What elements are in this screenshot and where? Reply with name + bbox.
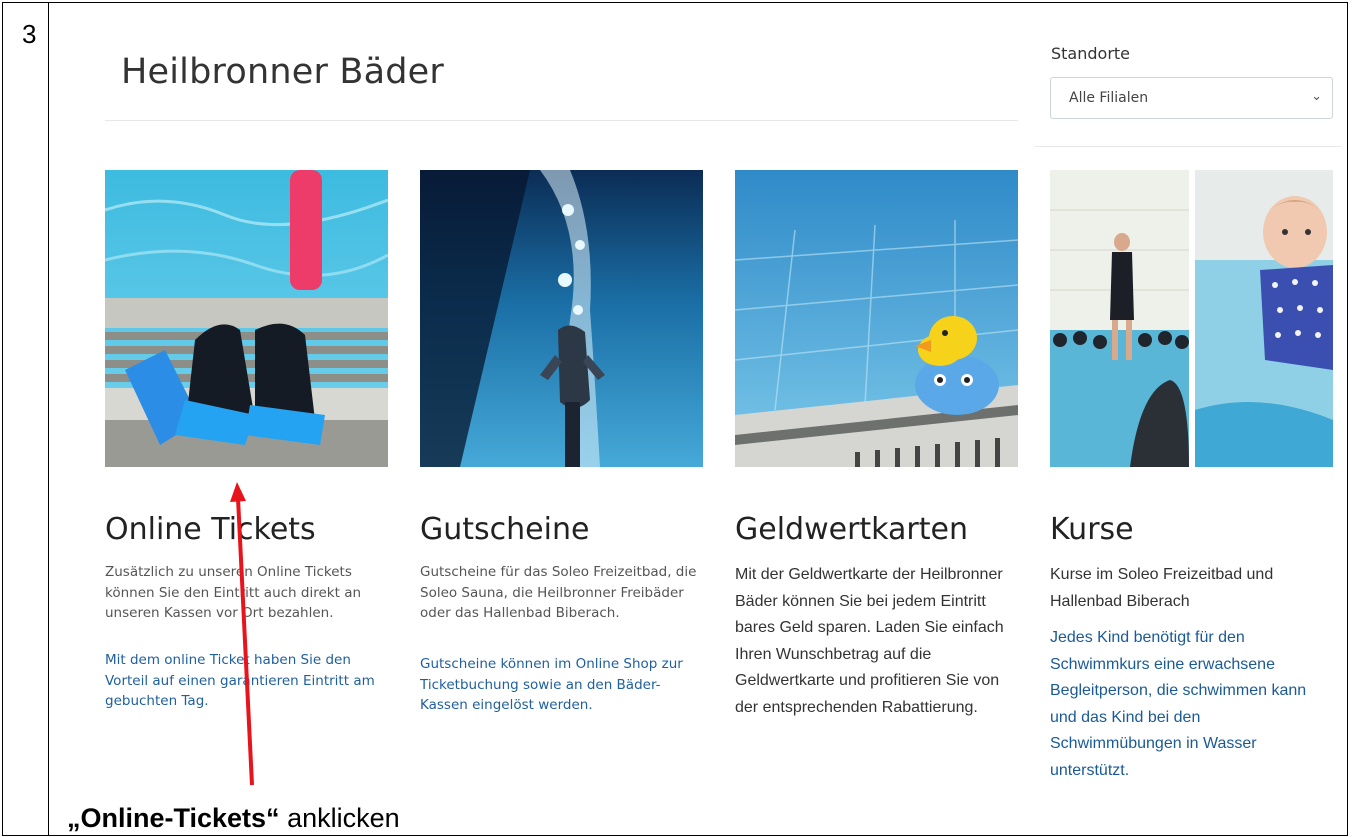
- sidebar-divider: [1035, 146, 1341, 147]
- step-number: 3: [22, 19, 37, 49]
- card-geldwertkarten-title[interactable]: Geldwertkarten: [735, 512, 968, 547]
- card-gutscheine-image[interactable]: [420, 170, 703, 467]
- card-online-tickets-image[interactable]: [105, 170, 388, 467]
- swim-course-photos: [1050, 170, 1333, 467]
- underwater-diver-photo: [420, 170, 703, 467]
- chevron-down-icon: ⌄: [1311, 89, 1322, 104]
- card-gutscheine-text: Gutscheine für das Soleo Freizeitbad, di…: [420, 564, 697, 621]
- annotation-caption-bold: „Online-Tickets“: [67, 803, 280, 833]
- annotation-arrow: [230, 482, 254, 786]
- annotation-caption-rest: anklicken: [279, 803, 400, 833]
- swim-fins-photo: [105, 170, 388, 467]
- card-gutscheine-title[interactable]: Gutscheine: [420, 512, 589, 547]
- card-geldwertkarten-text: Mit der Geldwertkarte der Heilbronner Bä…: [735, 566, 1004, 716]
- locations-select-value: Alle Filialen: [1069, 90, 1149, 106]
- card-kurse-title[interactable]: Kurse: [1050, 512, 1134, 547]
- locations-label: Standorte: [1051, 44, 1131, 63]
- annotation-caption: „Online-Tickets“ anklicken: [67, 803, 400, 834]
- card-online-tickets-title[interactable]: Online Tickets: [105, 512, 316, 547]
- step-number-cell: 3: [2, 2, 49, 836]
- card-kurse-link-text[interactable]: Jedes Kind benötigt für den Schwimmkurs …: [1050, 625, 1333, 784]
- rubber-duck-photo: [735, 170, 1018, 467]
- card-kurse-image[interactable]: [1050, 170, 1333, 467]
- card-kurse-text: Kurse im Soleo Freizeitbad und Hallenbad…: [1050, 566, 1274, 610]
- card-gutscheine-link-text[interactable]: Gutscheine können im Online Shop zur Tic…: [420, 654, 705, 716]
- card-geldwertkarten-image[interactable]: [735, 170, 1018, 467]
- title-divider: [105, 120, 1018, 121]
- locations-select[interactable]: Alle Filialen ⌄: [1050, 77, 1333, 119]
- page-title: Heilbronner Bäder: [121, 52, 444, 92]
